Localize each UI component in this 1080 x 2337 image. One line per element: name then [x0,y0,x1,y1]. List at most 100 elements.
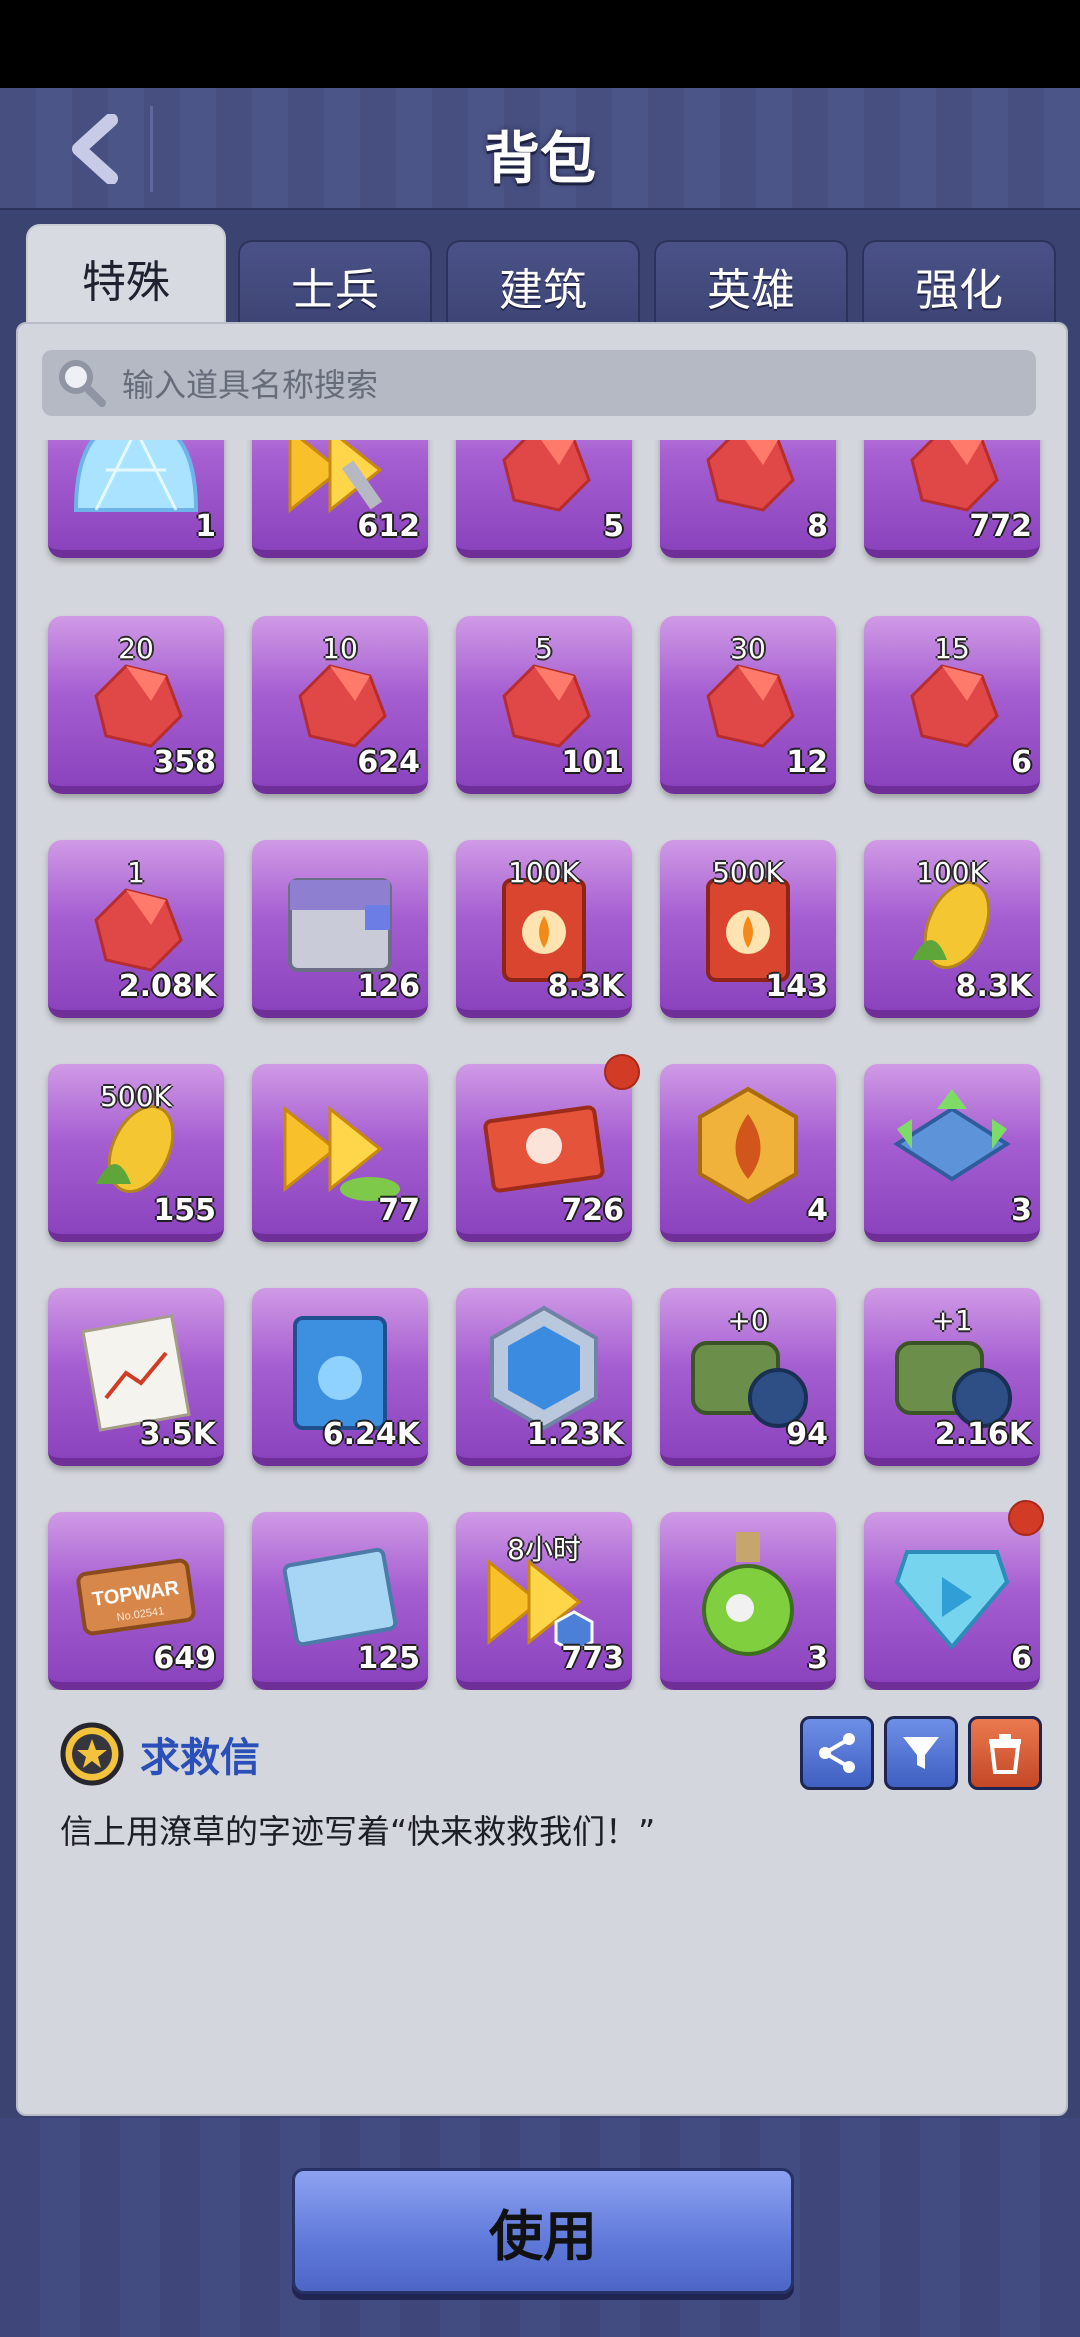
item-count: 624 [357,745,420,780]
selected-item-description: 信上用潦草的字迹写着“快来救救我们！” [60,1812,656,1851]
status-bar [0,0,1080,88]
item-amount-label: +1 [931,1304,973,1337]
filter-icon [903,1737,939,1769]
tab-buildings[interactable]: 建筑 [446,240,640,332]
tab-heroes[interactable]: 英雄 [654,240,848,332]
selected-item-name: 求救信 [140,1735,260,1781]
item-count: 126 [357,969,420,1004]
inventory-item[interactable]: 500K 155 [48,1064,224,1242]
item-count: 1.23K [526,1417,624,1452]
item-count: 1 [195,509,216,544]
item-amount-label: 15 [934,632,970,665]
item-count: 773 [561,1641,624,1676]
item-amount-label: +0 [727,1304,769,1337]
item-count: 649 [153,1641,216,1676]
ruby-icon [502,440,591,512]
item-amount-label: 10 [322,632,358,665]
item-count: 125 [357,1641,420,1676]
inventory-item[interactable]: +0 94 [660,1288,836,1466]
item-count: 12 [786,745,828,780]
item-amount-label: 5 [535,632,553,665]
item-amount-label: 20 [118,632,154,665]
item-count: 6 [1011,1641,1032,1676]
item-count: 94 [786,1417,828,1452]
item-count: 772 [969,509,1032,544]
inventory-item[interactable]: 5 101 [456,616,632,794]
search-icon [59,360,106,407]
share-button[interactable] [800,1716,874,1790]
item-count: 77 [378,1193,420,1228]
item-count: 8 [807,509,828,544]
item-count: 358 [153,745,216,780]
item-count: 3 [1011,1193,1032,1228]
item-amount-label: 100K [916,856,988,889]
inventory-item[interactable]: +1 2.16K [864,1288,1040,1466]
inventory-item[interactable]: 6 [864,1512,1040,1690]
filter-button[interactable] [884,1716,958,1790]
share-icon [819,1733,855,1773]
item-count: 101 [561,745,624,780]
inventory-item[interactable]: 6.24K [252,1288,428,1466]
shield-dome-icon [73,440,199,512]
inventory-item[interactable]: 726 [456,1064,632,1242]
inventory-item[interactable]: 1.23K [456,1288,632,1466]
delete-button[interactable] [968,1716,1042,1790]
notification-dot [1008,1500,1044,1536]
inventory-item[interactable]: 8小时 773 [456,1512,632,1690]
inventory-item[interactable]: 30 12 [660,616,836,794]
notification-dot [604,1054,640,1090]
item-count: 2.08K [118,969,216,1004]
item-count: 4 [807,1193,828,1228]
inventory-item[interactable]: TOPWAR No.02541 649 [48,1512,224,1690]
inventory-item[interactable]: 1 2.08K [48,840,224,1018]
item-count: 143 [765,969,828,1004]
inventory-item[interactable]: 3 [660,1512,836,1690]
item-count: 155 [153,1193,216,1228]
relocate-icon [893,1089,1011,1182]
item-amount-label: 30 [730,632,766,665]
inventory-item[interactable]: 3.5K [48,1288,224,1466]
item-count: 612 [357,509,420,544]
trash-icon [989,1734,1021,1774]
inventory-item[interactable]: 3 [864,1064,1040,1242]
item-count: 2.16K [934,1417,1032,1452]
inventory-item[interactable]: 500K 143 [660,840,836,1018]
item-amount-label: 8小时 [507,1533,581,1566]
inventory-item[interactable]: 4 [660,1064,836,1242]
inventory-item[interactable]: 20 358 [48,616,224,794]
inventory-item[interactable]: 1 [48,440,224,558]
search-placeholder: 输入道具名称搜索 [122,366,379,404]
ruby-icon [706,440,795,512]
inventory-item[interactable]: 77 [252,1064,428,1242]
inventory-item[interactable]: 8 [660,440,836,558]
selected-item-header: 求救信 [60,1722,260,1786]
search-input[interactable]: 输入道具名称搜索 [42,350,1036,416]
item-count: 8.3K [955,969,1032,1004]
page-title: 背包 [484,127,596,192]
item-count: 6 [1011,745,1032,780]
item-grid: 1 612 5 8 772 20 358 10 624 5 101 30 12 … [32,440,1048,1690]
item-count: 6.24K [322,1417,420,1452]
fire-medal-icon [698,1086,798,1205]
tab-enhance[interactable]: 强化 [862,240,1056,332]
inventory-item[interactable]: 10 624 [252,616,428,794]
tab-special[interactable]: 特殊 [26,224,226,332]
inventory-item[interactable]: 125 [252,1512,428,1690]
item-count: 3 [807,1641,828,1676]
inventory-item[interactable]: 126 [252,840,428,1018]
item-amount-label: 500K [100,1080,172,1113]
header-bar: 背包 [0,88,1080,210]
item-count: 8.3K [547,969,624,1004]
use-button[interactable]: 使用 [292,2168,794,2294]
item-amount-label: 1 [127,856,145,889]
inventory-item[interactable]: 612 [252,440,428,558]
inventory-item[interactable]: 772 [864,440,1040,558]
inventory-item[interactable]: 100K 8.3K [864,840,1040,1018]
inventory-item[interactable]: 5 [456,440,632,558]
blue-gem-icon [894,1550,1010,1651]
inventory-item[interactable]: 100K 8.3K [456,840,632,1018]
tab-soldiers[interactable]: 士兵 [238,240,432,332]
item-count: 5 [603,509,624,544]
item-count: 726 [561,1193,624,1228]
inventory-item[interactable]: 15 6 [864,616,1040,794]
